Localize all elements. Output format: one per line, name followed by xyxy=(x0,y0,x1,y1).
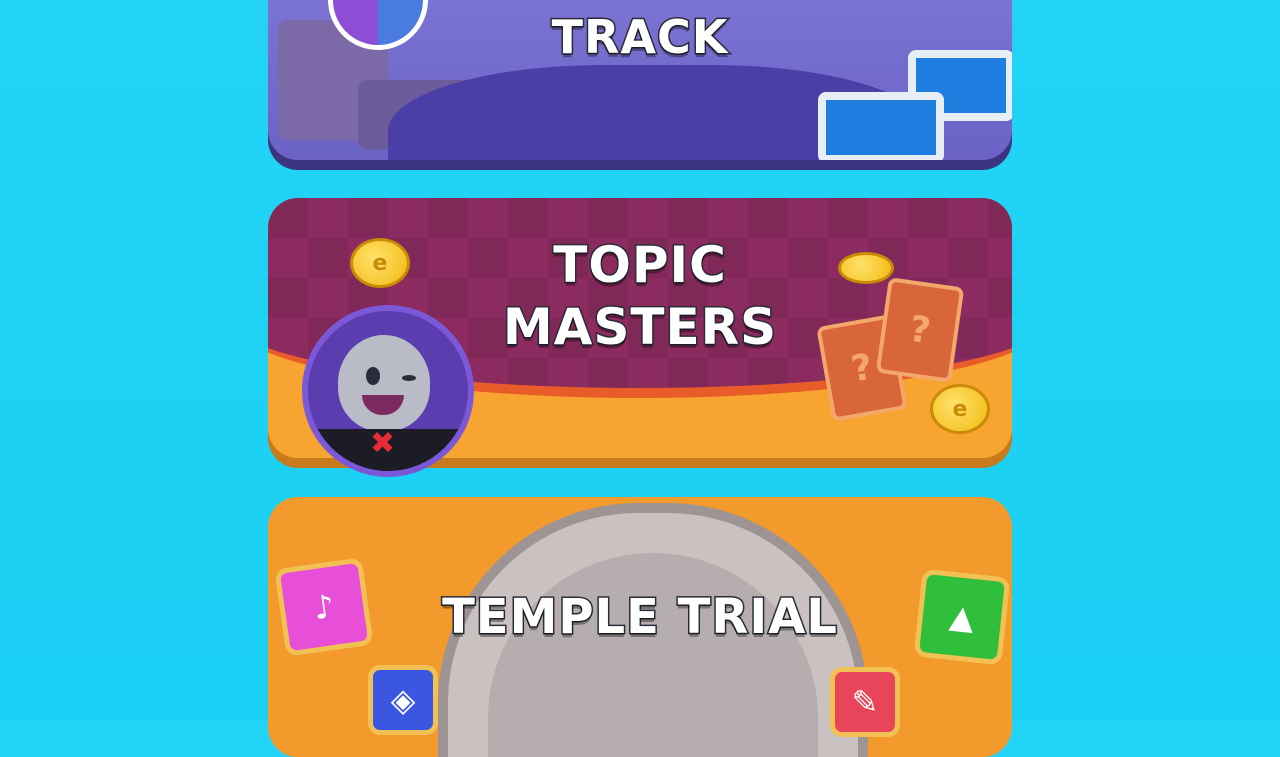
temple-trial-title: TEMPLE TRIAL xyxy=(441,588,839,647)
mountain-track-card[interactable]: TRACK xyxy=(268,0,1012,160)
mascot-eye xyxy=(366,367,380,385)
mascot-face xyxy=(338,335,430,431)
temple-arch-inner xyxy=(488,553,818,757)
bowtie-icon: ✖ xyxy=(370,426,396,461)
tile-decoration xyxy=(818,92,944,160)
coin-icon: e xyxy=(930,384,990,434)
mascot-character: ✖ xyxy=(302,305,474,477)
mascot-wink-eye xyxy=(402,375,416,381)
temple-trial-card[interactable]: ♪ ◈ ▲ ✎ TEMPLE TRIAL xyxy=(268,497,1012,757)
mountain-track-title: TRACK xyxy=(550,9,729,66)
blue-gem-icon: ◈ xyxy=(368,665,438,735)
red-gem-icon: ✎ xyxy=(830,667,900,737)
